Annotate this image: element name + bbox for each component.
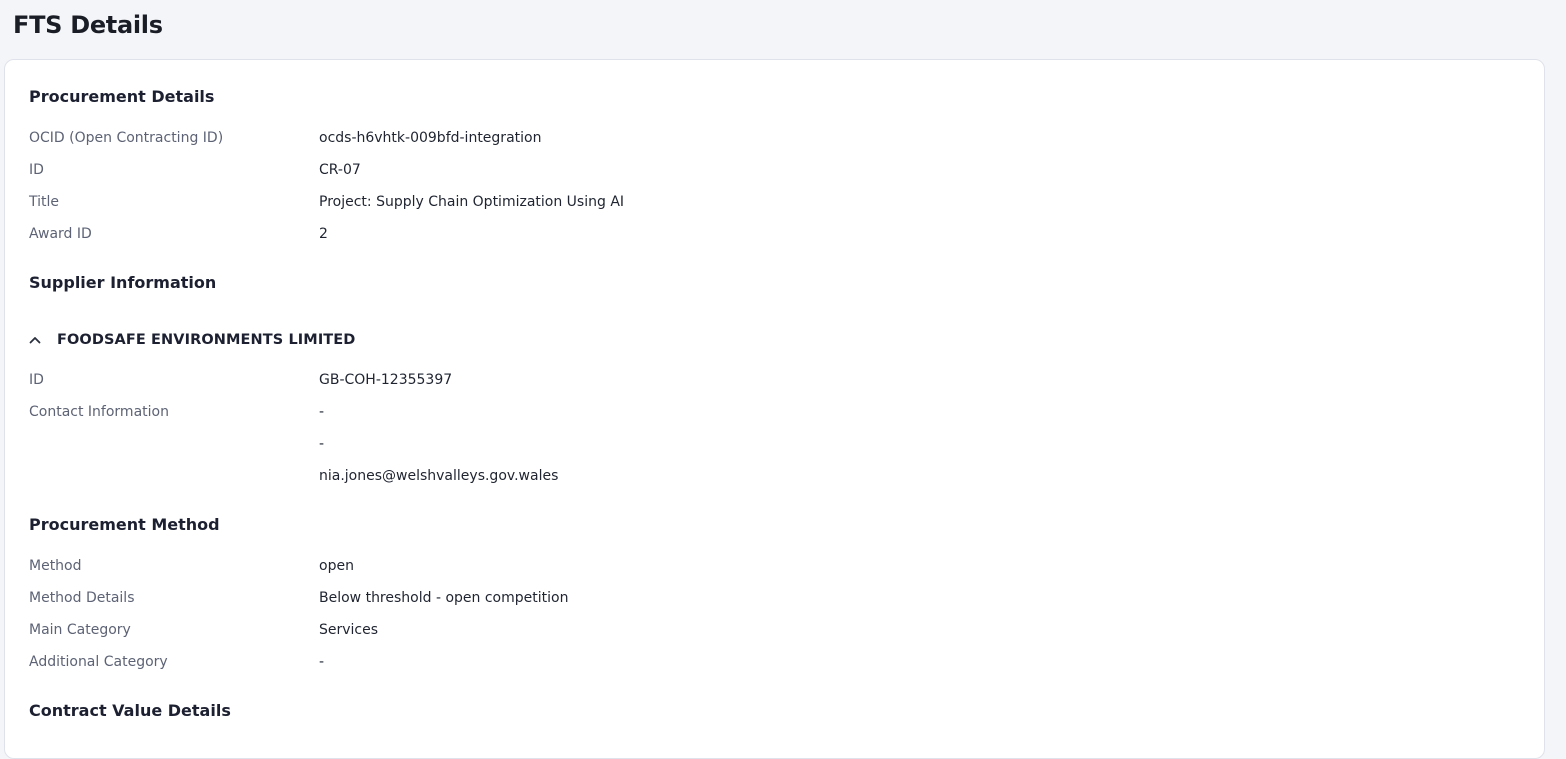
ocid-value: ocds-h6vhtk-009bfd-integration <box>319 130 542 146</box>
procurement-method-heading: Procurement Method <box>29 515 220 534</box>
additional-category-value: - <box>319 654 325 670</box>
method-label: Method <box>29 558 82 574</box>
chevron-up-icon <box>25 330 45 350</box>
fts-details-card: Procurement Details OCID (Open Contracti… <box>4 59 1545 759</box>
award-id-label: Award ID <box>29 226 92 242</box>
contact-line-2: - <box>319 436 325 452</box>
page-title: FTS Details <box>13 11 163 39</box>
additional-category-label: Additional Category <box>29 654 168 670</box>
award-id-value: 2 <box>319 226 328 242</box>
ocid-label: OCID (Open Contracting ID) <box>29 130 224 146</box>
contact-information-label: Contact Information <box>29 404 169 420</box>
contact-line-1: - <box>319 404 325 420</box>
procurement-id-value: CR-07 <box>319 162 361 178</box>
procurement-id-label: ID <box>29 162 44 178</box>
main-category-value: Services <box>319 622 379 638</box>
main-category-label: Main Category <box>29 622 131 638</box>
method-details-value: Below threshold - open competition <box>319 590 569 606</box>
supplier-id-value: GB-COH-12355397 <box>319 372 453 388</box>
procurement-details-heading: Procurement Details <box>29 87 215 106</box>
title-label: Title <box>29 194 60 210</box>
supplier-accordion-toggle[interactable]: FOODSAFE ENVIRONMENTS LIMITED <box>25 330 355 350</box>
supplier-information-heading: Supplier Information <box>29 273 217 292</box>
method-details-label: Method Details <box>29 590 135 606</box>
method-value: open <box>319 558 354 574</box>
contact-email: nia.jones@welshvalleys.gov.wales <box>319 468 559 484</box>
supplier-name: FOODSAFE ENVIRONMENTS LIMITED <box>57 332 356 348</box>
title-value: Project: Supply Chain Optimization Using… <box>319 194 625 210</box>
supplier-id-label: ID <box>29 372 44 388</box>
contract-value-details-heading: Contract Value Details <box>29 701 231 720</box>
